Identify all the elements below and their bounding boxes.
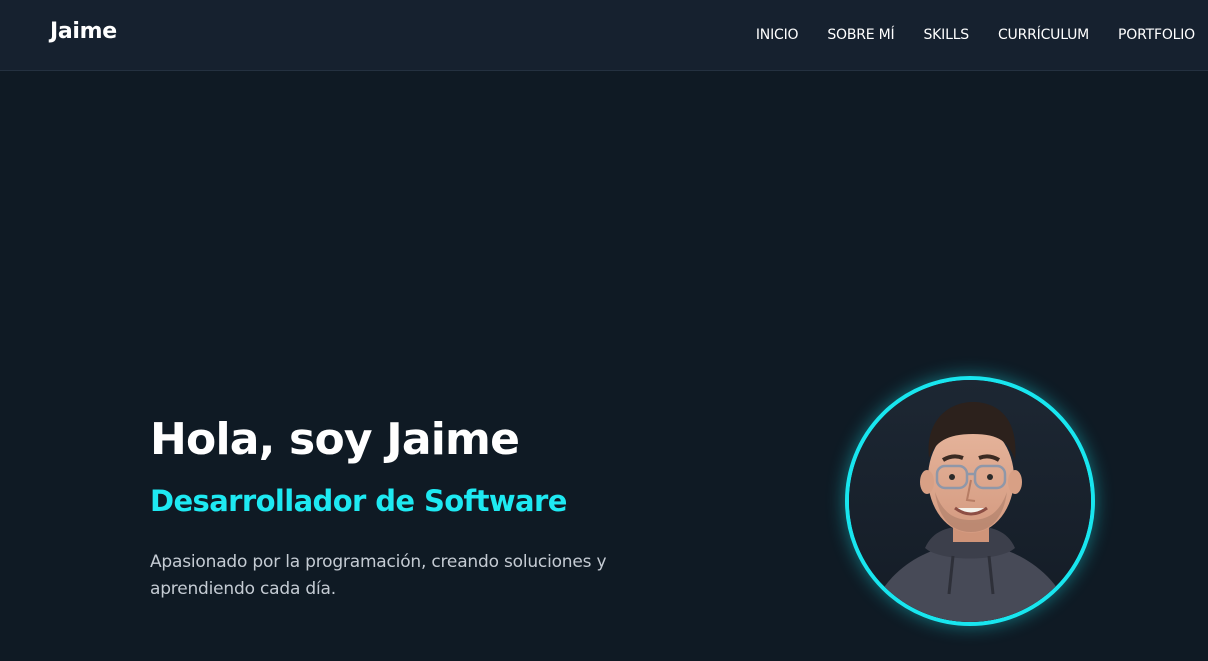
nav-item-portfolio: PORTFOLIO bbox=[1118, 24, 1195, 43]
nav-link-curriculum[interactable]: CURRÍCULUM bbox=[998, 27, 1089, 43]
nav-menu: INICIO SOBRE MÍ SKILLS CURRÍCULUM PORTFO… bbox=[756, 24, 1195, 43]
navbar: Jaime INICIO SOBRE MÍ SKILLS CURRÍCULUM … bbox=[0, 0, 1208, 71]
nav-link-skills[interactable]: SKILLS bbox=[924, 27, 970, 43]
nav-item-sobre-mi: SOBRE MÍ bbox=[827, 24, 894, 43]
nav-item-curriculum: CURRÍCULUM bbox=[998, 24, 1089, 43]
hero-description: Apasionado por la programación, creando … bbox=[150, 552, 607, 599]
nav-link-inicio[interactable]: INICIO bbox=[756, 27, 799, 43]
nav-link-portfolio[interactable]: PORTFOLIO bbox=[1118, 27, 1195, 43]
profile-photo bbox=[845, 376, 1095, 626]
nav-link-sobre-mi[interactable]: SOBRE MÍ bbox=[827, 27, 894, 43]
nav-item-inicio: INICIO bbox=[756, 24, 799, 43]
brand-logo[interactable]: Jaime bbox=[50, 19, 117, 44]
hero-title: Hola, soy Jaime bbox=[150, 414, 520, 465]
profile-portrait-image bbox=[849, 380, 1091, 622]
hero-role: Desarrollador de Software bbox=[150, 484, 567, 518]
nav-item-skills: SKILLS bbox=[924, 24, 970, 43]
